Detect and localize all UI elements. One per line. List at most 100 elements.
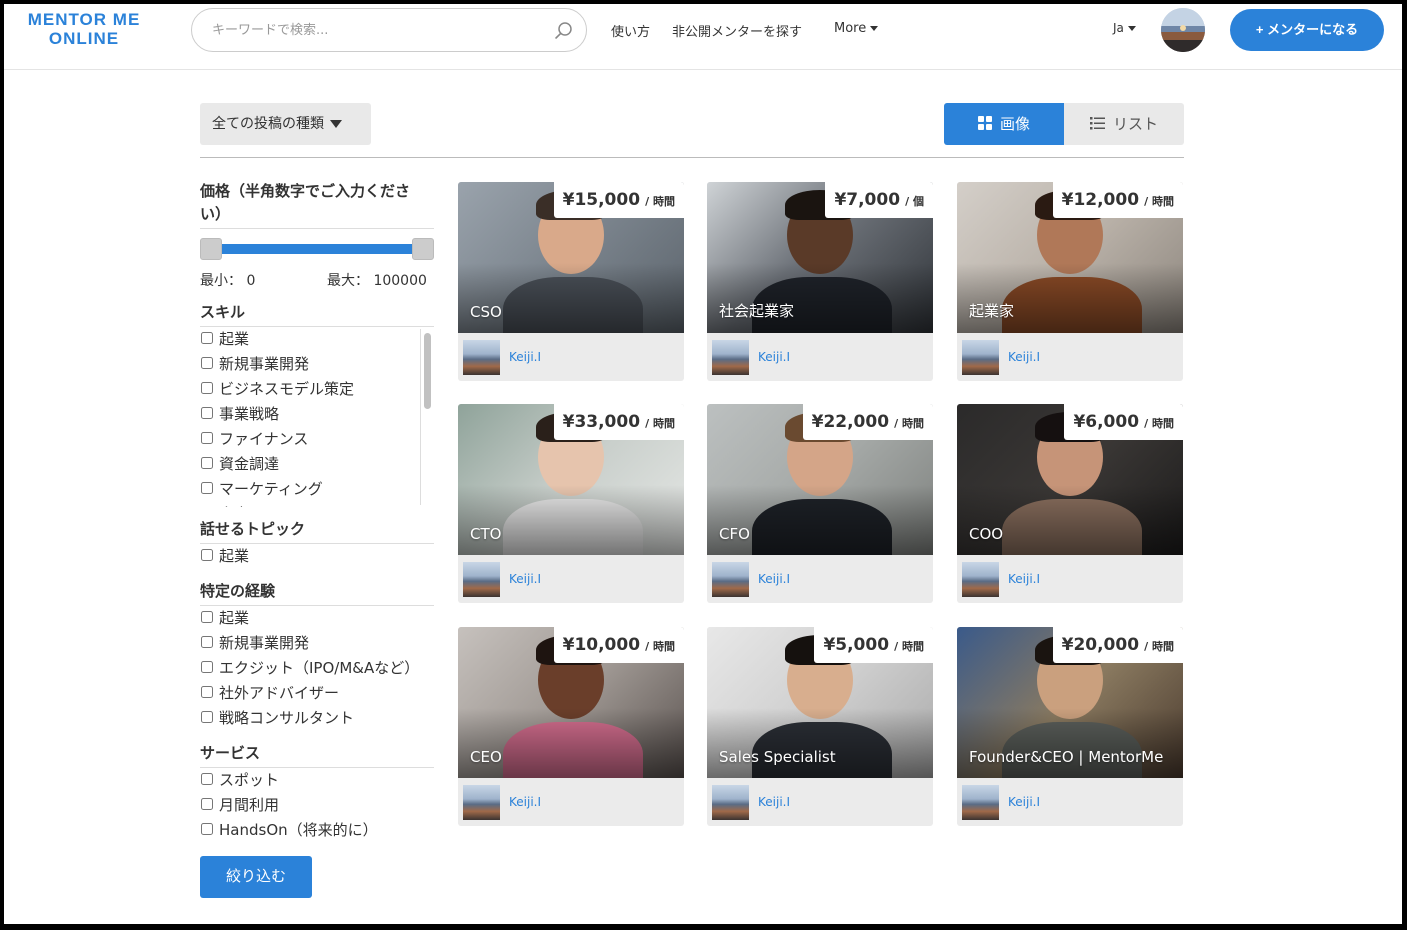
service-checkbox[interactable] [201, 772, 213, 785]
skill-scrollbar[interactable] [420, 329, 434, 505]
experience-item[interactable]: 起業 [200, 606, 434, 631]
topic-item[interactable]: 起業 [200, 544, 434, 569]
apply-filter-button[interactable]: 絞り込む [200, 856, 312, 898]
service-item[interactable]: スポット [200, 768, 434, 793]
listing-title: 起業家 [969, 302, 1015, 320]
author-link[interactable]: Keiji.I [1008, 350, 1040, 364]
author-avatar[interactable] [962, 562, 999, 597]
site-logo[interactable]: MENTOR ME ONLINE [26, 10, 142, 48]
caret-down-icon [330, 120, 342, 128]
service-checkbox[interactable] [201, 797, 213, 810]
author-link[interactable]: Keiji.I [509, 795, 541, 809]
language-selector[interactable]: Ja [1113, 21, 1136, 35]
service-checkbox[interactable] [201, 822, 213, 835]
skill-item[interactable]: 資金調達 [200, 452, 434, 477]
post-type-dropdown[interactable]: 全ての投稿の種類 [200, 103, 371, 145]
skill-checkbox[interactable] [201, 456, 213, 469]
nav-how-to-use[interactable]: 使い方 [611, 21, 650, 40]
experience-checkbox[interactable] [201, 660, 213, 673]
listing-card[interactable]: CEO ¥10,000 / 時間 Keiji.I [458, 627, 684, 826]
min-value: 0 [246, 273, 256, 289]
listing-photo[interactable]: CTO ¥33,000 / 時間 [458, 404, 684, 555]
topic-checkbox[interactable] [201, 548, 213, 561]
nav-more-menu[interactable]: More [834, 21, 879, 36]
max-label: 最大： [327, 273, 369, 289]
skill-checkbox[interactable] [201, 431, 213, 444]
max-price-readout: 最大： 100000 [327, 270, 427, 290]
scrollbar-thumb[interactable] [424, 333, 431, 409]
grid-icon [977, 116, 992, 130]
listing-photo[interactable]: CFO ¥22,000 / 時間 [707, 404, 933, 555]
skill-item[interactable]: マーケティング [200, 477, 434, 502]
become-mentor-button[interactable]: + メンターになる [1230, 9, 1384, 51]
skill-checkbox[interactable] [201, 406, 213, 419]
listing-title: CSO [470, 303, 502, 321]
price-unit: / 個 [905, 195, 924, 208]
service-item[interactable]: HandsOn（将来的に） [200, 818, 434, 843]
view-list-button[interactable]: リスト [1064, 103, 1184, 145]
author-avatar[interactable] [712, 562, 749, 597]
author-link[interactable]: Keiji.I [1008, 572, 1040, 586]
skill-checkbox[interactable] [201, 381, 213, 394]
experience-checkbox[interactable] [201, 635, 213, 648]
listing-card[interactable]: 社会起業家 ¥7,000 / 個 Keiji.I [707, 182, 933, 381]
price-range-slider[interactable] [200, 238, 434, 260]
listing-photo[interactable]: Founder&CEO | MentorMe ¥20,000 / 時間 [957, 627, 1183, 778]
author-link[interactable]: Keiji.I [758, 572, 790, 586]
service-item[interactable]: 月間利用 [200, 793, 434, 818]
skill-item[interactable]: 新規事業開発 [200, 352, 434, 377]
toolbar-divider [200, 157, 1184, 158]
author-avatar[interactable] [463, 785, 500, 820]
skill-item[interactable]: 事業戦略 [200, 402, 434, 427]
photo-shade [707, 485, 933, 555]
listing-card[interactable]: 起業家 ¥12,000 / 時間 Keiji.I [957, 182, 1183, 381]
search-input[interactable] [212, 19, 532, 41]
listing-photo[interactable]: 社会起業家 ¥7,000 / 個 [707, 182, 933, 333]
author-link[interactable]: Keiji.I [1008, 795, 1040, 809]
listing-photo[interactable]: COO ¥6,000 / 時間 [957, 404, 1183, 555]
skill-item[interactable]: 起業 [200, 327, 434, 352]
listing-photo[interactable]: CSO ¥15,000 / 時間 [458, 182, 684, 333]
experience-item[interactable]: エクジット（IPO/M&Aなど） [200, 656, 434, 681]
listing-card[interactable]: CFO ¥22,000 / 時間 Keiji.I [707, 404, 933, 603]
experience-checkbox[interactable] [201, 610, 213, 623]
nav-private-mentors[interactable]: 非公開メンターを探す [672, 21, 802, 40]
author-avatar[interactable] [463, 340, 500, 375]
listing-card[interactable]: CTO ¥33,000 / 時間 Keiji.I [458, 404, 684, 603]
experience-checkbox[interactable] [201, 710, 213, 723]
listing-card[interactable]: Founder&CEO | MentorMe ¥20,000 / 時間 Keiji.… [957, 627, 1183, 826]
author-link[interactable]: Keiji.I [509, 572, 541, 586]
author-avatar[interactable] [463, 562, 500, 597]
author-avatar[interactable] [962, 785, 999, 820]
skill-checkbox[interactable] [201, 506, 213, 507]
listing-photo[interactable]: 起業家 ¥12,000 / 時間 [957, 182, 1183, 333]
skill-item[interactable]: ビジネスモデル策定 [200, 377, 434, 402]
listing-card[interactable]: COO ¥6,000 / 時間 Keiji.I [957, 404, 1183, 603]
skill-checkbox[interactable] [201, 481, 213, 494]
author-avatar[interactable] [712, 340, 749, 375]
slider-min-handle[interactable] [200, 238, 222, 260]
author-link[interactable]: Keiji.I [509, 350, 541, 364]
experience-checkbox[interactable] [201, 685, 213, 698]
price-unit: / 時間 [1144, 640, 1174, 653]
author-link[interactable]: Keiji.I [758, 350, 790, 364]
author-avatar[interactable] [962, 340, 999, 375]
listing-footer: Keiji.I [458, 333, 684, 381]
listing-photo[interactable]: Sales Specialist ¥5,000 / 時間 [707, 627, 933, 778]
search-icon[interactable] [554, 21, 574, 41]
listing-card[interactable]: Sales Specialist ¥5,000 / 時間 Keiji.I [707, 627, 933, 826]
skill-item[interactable]: 人事 [200, 502, 434, 507]
author-link[interactable]: Keiji.I [758, 795, 790, 809]
listing-photo[interactable]: CEO ¥10,000 / 時間 [458, 627, 684, 778]
experience-item[interactable]: 新規事業開発 [200, 631, 434, 656]
skill-checkbox[interactable] [201, 331, 213, 344]
experience-item[interactable]: 戦略コンサルタント [200, 706, 434, 731]
listing-card[interactable]: CSO ¥15,000 / 時間 Keiji.I [458, 182, 684, 381]
experience-item[interactable]: 社外アドバイザー [200, 681, 434, 706]
slider-max-handle[interactable] [412, 238, 434, 260]
view-grid-button[interactable]: 画像 [944, 103, 1064, 145]
skill-checkbox[interactable] [201, 356, 213, 369]
skill-item[interactable]: ファイナンス [200, 427, 434, 452]
user-avatar[interactable] [1161, 8, 1205, 52]
author-avatar[interactable] [712, 785, 749, 820]
